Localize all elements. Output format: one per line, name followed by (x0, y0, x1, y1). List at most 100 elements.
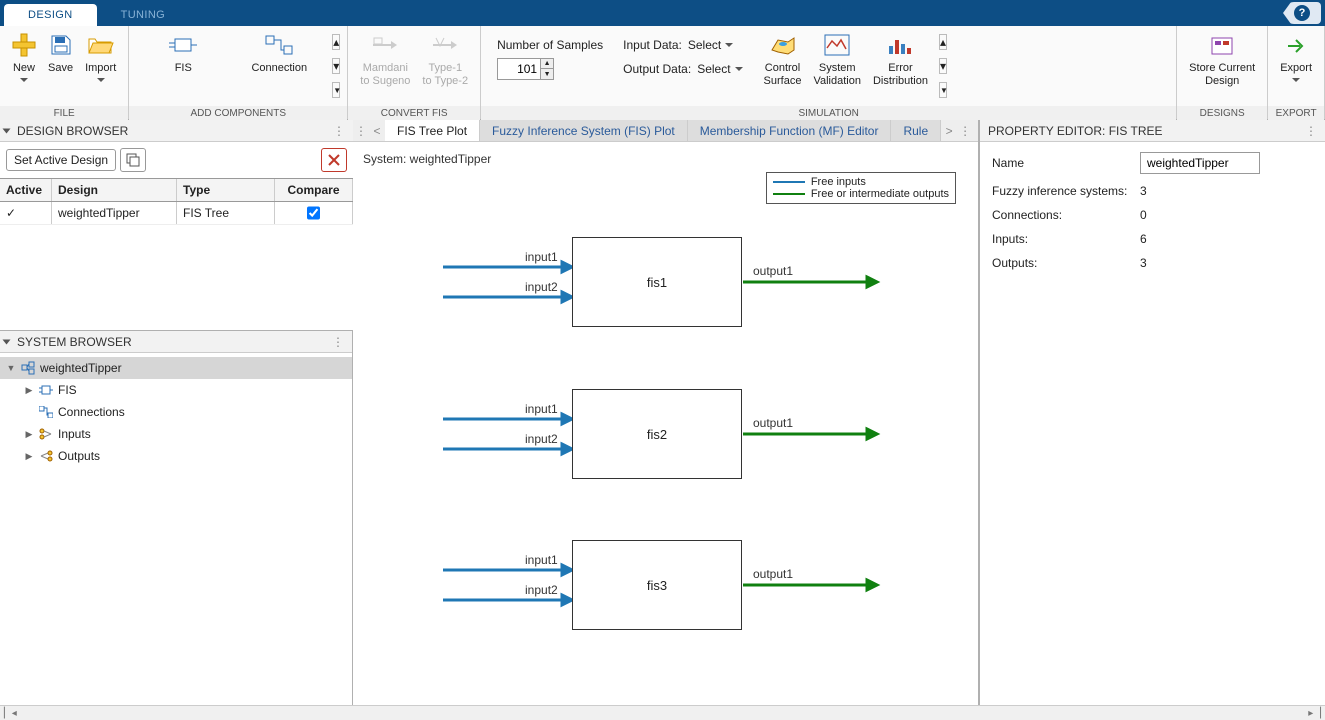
num-samples-input[interactable] (498, 59, 540, 79)
new-button[interactable]: New (6, 30, 42, 102)
design-browser-panel: DESIGN BROWSER ⋮ Set Active Design Activ… (0, 120, 353, 330)
export-button[interactable]: Export (1274, 30, 1318, 102)
help-icon: ? (1294, 5, 1310, 21)
port-label: input2 (525, 280, 558, 294)
output-data-label: Output Data: (623, 62, 691, 76)
gallery-dropdown-more[interactable]: ▼ (332, 82, 340, 98)
panel-menu-icon[interactable]: ⋮ (328, 335, 348, 349)
spinner-down[interactable]: ▼ (541, 69, 553, 79)
horizontal-scrollbar[interactable]: ▏◂ ▸▕ (0, 705, 1325, 720)
design-name-cell: weightedTipper (52, 202, 177, 224)
help-button[interactable]: ? (1283, 2, 1321, 24)
prop-label: Connections: (992, 208, 1140, 222)
export-icon (1284, 30, 1308, 60)
tree-item-outputs[interactable]: ▶ Outputs (0, 445, 352, 467)
toolstrip: New Save Import FILE FIS Connection (0, 26, 1325, 120)
error-distribution-button[interactable]: Error Distribution (867, 30, 934, 102)
port-label: output1 (753, 567, 793, 581)
system-validation-button[interactable]: System Validation (807, 30, 867, 102)
control-surface-button[interactable]: Control Surface (758, 30, 808, 102)
plus-icon (12, 30, 36, 60)
compare-checkbox[interactable] (307, 206, 320, 220)
connection-icon (38, 406, 54, 418)
tab-nav-prev[interactable]: < (369, 124, 385, 138)
sim-gallery-down[interactable]: ▾ (939, 58, 947, 74)
caret-right-icon[interactable]: ▶ (24, 385, 34, 396)
folder-open-icon (88, 30, 114, 60)
prop-label: Outputs: (992, 256, 1140, 270)
fis-node[interactable]: fis2 (572, 389, 742, 479)
import-button[interactable]: Import (79, 30, 122, 102)
port-label: output1 (753, 264, 793, 278)
fis-node[interactable]: fis1 (572, 237, 742, 327)
tree-item-connections[interactable]: Connections (0, 401, 352, 423)
system-browser-title: SYSTEM BROWSER (13, 335, 328, 349)
scroll-left-icon[interactable]: ▏◂ (4, 708, 17, 719)
num-samples-label: Number of Samples (497, 38, 603, 52)
copy-icon (126, 153, 140, 167)
tab-fis-plot[interactable]: Fuzzy Inference System (FIS) Plot (480, 120, 688, 142)
panel-menu-icon[interactable]: ⋮ (1301, 124, 1321, 138)
prop-value: 0 (1140, 208, 1147, 222)
system-browser-panel: SYSTEM BROWSER ⋮ ▼ weightedTipper ▶ FIS (0, 330, 352, 705)
convert-icon (433, 30, 457, 60)
active-check: ✓ (0, 202, 52, 224)
fis-block-icon (169, 30, 197, 60)
connection-icon (265, 30, 293, 60)
num-samples-spinner[interactable]: ▲▼ (497, 58, 554, 80)
tree-root[interactable]: ▼ weightedTipper (0, 357, 352, 379)
port-label: input1 (525, 250, 558, 264)
add-fis-button[interactable]: FIS (135, 30, 231, 102)
output-data-select[interactable]: Select (697, 62, 742, 76)
name-input[interactable] (1140, 152, 1260, 174)
design-row[interactable]: ✓ weightedTipper FIS Tree (0, 202, 353, 225)
store-design-button[interactable]: Store Current Design (1183, 30, 1261, 102)
delete-design-button[interactable] (321, 148, 347, 172)
tree-item-inputs[interactable]: ▶ Inputs (0, 423, 352, 445)
tab-mf-editor[interactable]: Membership Function (MF) Editor (688, 120, 892, 142)
tab-nav-next[interactable]: > (941, 124, 957, 138)
col-design: Design (52, 179, 177, 201)
input-data-select[interactable]: Select (688, 38, 733, 52)
gallery-dropdown-down[interactable]: ▾ (332, 58, 340, 74)
fis-tree-plot[interactable]: System: weightedTipper Free inputs Free … (353, 142, 978, 705)
fis-icon (38, 384, 54, 396)
outputs-icon (38, 450, 54, 462)
panel-menu-icon[interactable]: ⋮ (329, 124, 349, 138)
app-tabs: DESIGN TUNING ? (0, 0, 1325, 26)
caret-right-icon[interactable]: ▶ (24, 451, 34, 462)
name-label: Name (992, 156, 1140, 170)
tab-design[interactable]: DESIGN (4, 4, 97, 26)
save-button[interactable]: Save (42, 30, 79, 102)
gallery-dropdown-up[interactable]: ▴ (332, 34, 340, 50)
tree-item-fis[interactable]: ▶ FIS (0, 379, 352, 401)
copy-design-button[interactable] (120, 148, 146, 172)
store-icon (1209, 30, 1235, 60)
prop-value: 6 (1140, 232, 1147, 246)
tab-rule[interactable]: Rule (891, 120, 941, 142)
center-panel: ⋮ < FIS Tree Plot Fuzzy Inference System… (353, 120, 979, 705)
scroll-right-icon[interactable]: ▸▕ (1308, 708, 1321, 719)
collapse-icon[interactable] (3, 128, 11, 133)
type1-to-type2-button: Type-1 to Type-2 (416, 30, 474, 102)
design-type-cell: FIS Tree (177, 202, 275, 224)
fis-node[interactable]: fis3 (572, 540, 742, 630)
property-editor-panel: PROPERTY EDITOR: FIS TREE ⋮ Name Fuzzy i… (979, 120, 1325, 705)
collapse-icon[interactable] (3, 339, 11, 344)
spinner-up[interactable]: ▲ (541, 59, 553, 69)
sim-gallery-more[interactable]: ▼ (939, 82, 947, 98)
validation-icon (824, 30, 850, 60)
caret-down-icon[interactable]: ▼ (6, 363, 16, 373)
add-connection-button[interactable]: Connection (231, 30, 327, 102)
tab-nav-left[interactable]: ⋮ (353, 124, 369, 138)
col-active: Active (0, 179, 52, 201)
port-label: output1 (753, 416, 793, 430)
set-active-design-button[interactable]: Set Active Design (6, 149, 116, 171)
tab-fis-tree-plot[interactable]: FIS Tree Plot (385, 120, 480, 142)
tree-icon (20, 361, 36, 375)
sim-gallery-up[interactable]: ▴ (939, 34, 947, 50)
tab-tuning[interactable]: TUNING (97, 4, 190, 26)
caret-right-icon[interactable]: ▶ (24, 429, 34, 440)
tab-menu-icon[interactable]: ⋮ (957, 124, 973, 138)
prop-label: Fuzzy inference systems: (992, 184, 1140, 198)
